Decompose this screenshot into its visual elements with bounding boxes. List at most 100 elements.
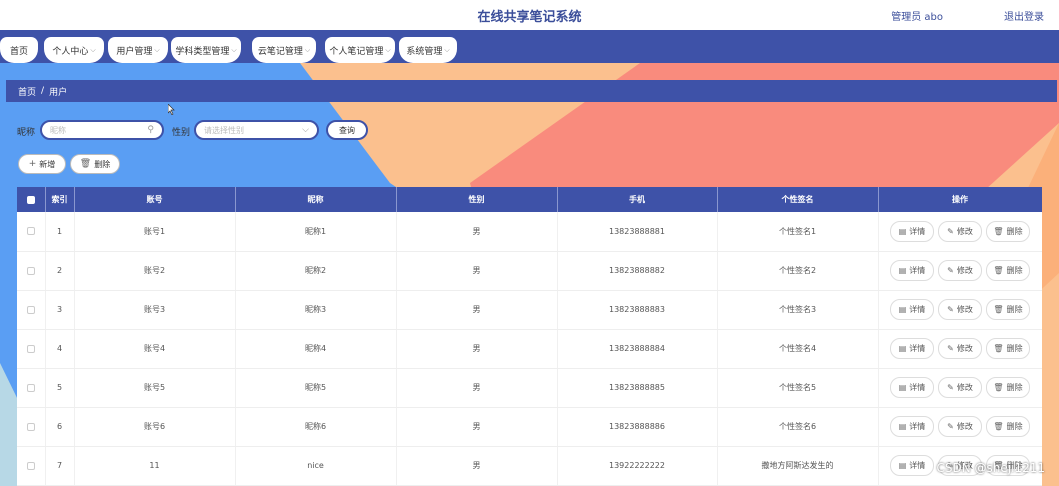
- table-row: 7 11 nice 男 13922222222 撒地方阿斯达发生的 ▤ 详情 ✎ 修改 🗑 删除: [17, 446, 1042, 486]
- cell-account: 账号4: [74, 329, 236, 369]
- add-button[interactable]: + 新增: [18, 154, 66, 174]
- detail-button[interactable]: ▤ 详情: [890, 416, 934, 437]
- row-select-cell[interactable]: [17, 329, 46, 369]
- cell-gender: 男: [396, 368, 558, 408]
- cell-account: 账号2: [74, 251, 236, 291]
- delete-button[interactable]: 🗑 删除: [986, 377, 1030, 398]
- edit-button[interactable]: ✎ 修改: [938, 260, 982, 281]
- cell-account: 账号3: [74, 290, 236, 330]
- cell-nickname: nice: [235, 446, 397, 486]
- detail-button[interactable]: ▤ 详情: [890, 299, 934, 320]
- nav-tab-label: 个人中心: [52, 46, 89, 57]
- chevron-down-icon: ⌵: [154, 45, 160, 54]
- row-checkbox[interactable]: [26, 383, 35, 392]
- detail-button[interactable]: ▤ 详情: [890, 220, 934, 242]
- document-icon: ▤: [898, 461, 907, 470]
- row-select-cell[interactable]: [17, 290, 46, 330]
- cell-signature: 撒地方阿斯达发生的: [717, 446, 879, 486]
- query-button-label: 查询: [339, 125, 355, 135]
- detail-label: 详情: [909, 383, 926, 392]
- cell-nickname: 昵称1: [235, 212, 397, 252]
- edit-button[interactable]: ✎ 修改: [938, 377, 982, 398]
- row-checkbox[interactable]: [26, 344, 35, 353]
- table-row: 1 账号1 昵称1 男 13823888881 个性签名1 ▤ 详情 ✎ 修改 🗑 删除: [17, 212, 1042, 252]
- header-phone: 手机: [557, 187, 718, 212]
- nav-tab-home[interactable]: 首页: [0, 37, 38, 63]
- nav-tab-label: 用户管理: [116, 46, 153, 57]
- nav-tab-system-management[interactable]: 系统管理 ⌵: [399, 37, 457, 63]
- cell-gender: 男: [396, 251, 558, 291]
- delete-button[interactable]: 🗑 删除: [986, 416, 1030, 437]
- header-index: 索引: [45, 187, 75, 212]
- delete-button[interactable]: 🗑 删除: [986, 338, 1030, 359]
- edit-button[interactable]: ✎ 修改: [938, 299, 982, 320]
- row-select-cell[interactable]: [17, 446, 46, 486]
- row-select-cell[interactable]: [17, 212, 46, 252]
- gender-select-input[interactable]: [204, 125, 303, 135]
- table-row: 5 账号5 昵称5 男 13823888885 个性签名5 ▤ 详情 ✎ 修改 🗑 删除: [17, 368, 1042, 408]
- header-signature: 个性签名: [717, 187, 879, 212]
- row-select-cell[interactable]: [17, 251, 46, 291]
- nav-tab-user-management[interactable]: 用户管理 ⌵: [108, 37, 168, 63]
- select-all-cell[interactable]: [17, 187, 46, 212]
- edit-label: 修改: [956, 344, 973, 353]
- nav-tab-personal-center[interactable]: 个人中心 ⌵: [44, 37, 104, 63]
- edit-button[interactable]: ✎ 修改: [938, 416, 982, 437]
- cell-actions: ▤ 详情 ✎ 修改 🗑 删除: [878, 251, 1042, 291]
- document-icon: ▤: [898, 383, 907, 392]
- nav-tab-label: 系统管理: [406, 46, 443, 57]
- row-checkbox[interactable]: [26, 305, 35, 314]
- pencil-icon: ✎: [947, 383, 954, 392]
- detail-button[interactable]: ▤ 详情: [890, 455, 934, 476]
- delete-button[interactable]: 🗑 删除: [986, 299, 1030, 320]
- bulk-delete-button[interactable]: 🗑 删除: [70, 154, 120, 174]
- cell-phone: 13823888882: [557, 251, 718, 291]
- cell-actions: ▤ 详情 ✎ 修改 🗑 删除: [878, 329, 1042, 369]
- nav-tab-label: 学科类型管理: [175, 46, 230, 57]
- breadcrumb-home[interactable]: 首页: [18, 85, 36, 98]
- trash-icon: 🗑: [993, 266, 1004, 275]
- row-checkbox[interactable]: [26, 422, 35, 431]
- detail-label: 详情: [909, 344, 926, 353]
- cell-index: 6: [45, 407, 75, 447]
- chevron-down-icon: ⌵: [302, 125, 309, 135]
- delete-button[interactable]: 🗑 删除: [986, 260, 1030, 281]
- watermark: CSDN @sheji1211: [936, 461, 1045, 475]
- cell-index: 5: [45, 368, 75, 408]
- delete-button[interactable]: 🗑 删除: [986, 220, 1030, 242]
- nav-tab-personal-notes[interactable]: 个人笔记管理 ⌵: [325, 37, 395, 63]
- cell-account: 11: [74, 446, 236, 486]
- chevron-down-icon: ⌵: [231, 45, 237, 54]
- logout-link[interactable]: 退出登录: [1004, 8, 1044, 23]
- row-select-cell[interactable]: [17, 407, 46, 447]
- cell-nickname: 昵称6: [235, 407, 397, 447]
- pencil-icon: ✎: [947, 266, 954, 275]
- document-icon: ▤: [898, 422, 907, 431]
- row-checkbox[interactable]: [26, 227, 35, 236]
- row-checkbox[interactable]: [26, 461, 35, 470]
- nav-tab-cloud-notes[interactable]: 云笔记管理 ⌵: [252, 37, 316, 63]
- edit-button[interactable]: ✎ 修改: [938, 220, 982, 242]
- delete-label: 删除: [1006, 383, 1023, 392]
- chevron-down-icon: ⌵: [90, 45, 96, 54]
- cell-signature: 个性签名4: [717, 329, 879, 369]
- cell-phone: 13922222222: [557, 446, 718, 486]
- row-select-cell[interactable]: [17, 368, 46, 408]
- detail-button[interactable]: ▤ 详情: [890, 260, 934, 281]
- edit-button[interactable]: ✎ 修改: [938, 338, 982, 359]
- select-all-checkbox[interactable]: [26, 195, 35, 204]
- cell-phone: 13823888884: [557, 329, 718, 369]
- delete-label: 删除: [1006, 266, 1023, 275]
- cell-signature: 个性签名5: [717, 368, 879, 408]
- gender-select[interactable]: ⌵: [194, 120, 319, 140]
- query-button[interactable]: 查询: [326, 120, 368, 140]
- nav-tab-subject-type[interactable]: 学科类型管理 ⌵: [171, 37, 241, 63]
- row-checkbox[interactable]: [26, 266, 35, 275]
- add-button-label: 新增: [39, 159, 56, 169]
- detail-button[interactable]: ▤ 详情: [890, 338, 934, 359]
- nickname-input[interactable]: [50, 125, 148, 135]
- detail-button[interactable]: ▤ 详情: [890, 377, 934, 398]
- cell-nickname: 昵称5: [235, 368, 397, 408]
- nickname-search-field[interactable]: ⚲: [40, 120, 164, 140]
- cell-gender: 男: [396, 212, 558, 252]
